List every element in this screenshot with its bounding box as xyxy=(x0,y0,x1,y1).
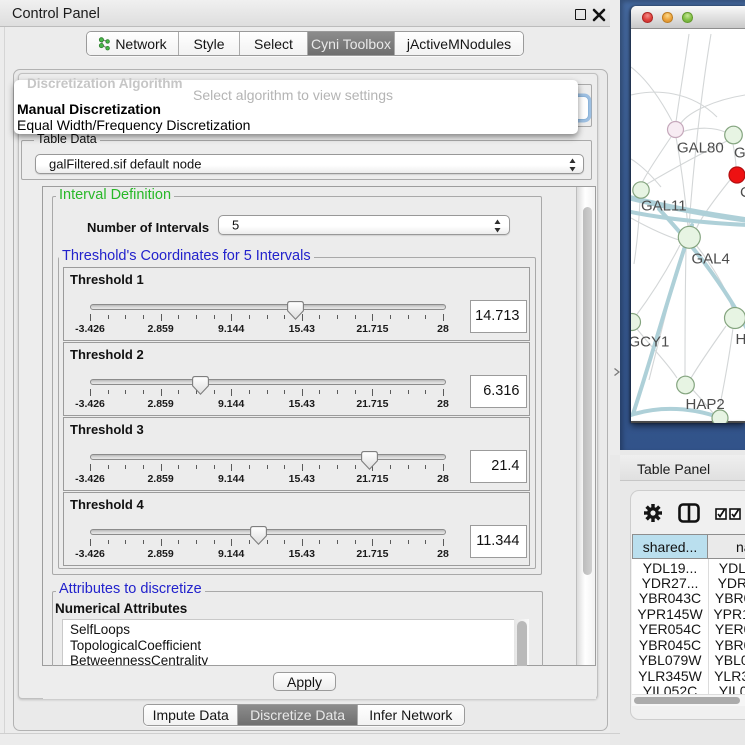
svg-text:GAL80: GAL80 xyxy=(677,140,724,157)
svg-text:HAP2: HAP2 xyxy=(686,396,725,413)
svg-text:HIS: HIS xyxy=(736,331,745,348)
svg-text:GAL4: GAL4 xyxy=(692,251,730,268)
svg-text:CY: CY xyxy=(740,184,745,201)
svg-text:GCY1: GCY1 xyxy=(631,334,669,351)
svg-text:GA: GA xyxy=(734,145,745,162)
svg-text:GAL11: GAL11 xyxy=(641,198,687,215)
